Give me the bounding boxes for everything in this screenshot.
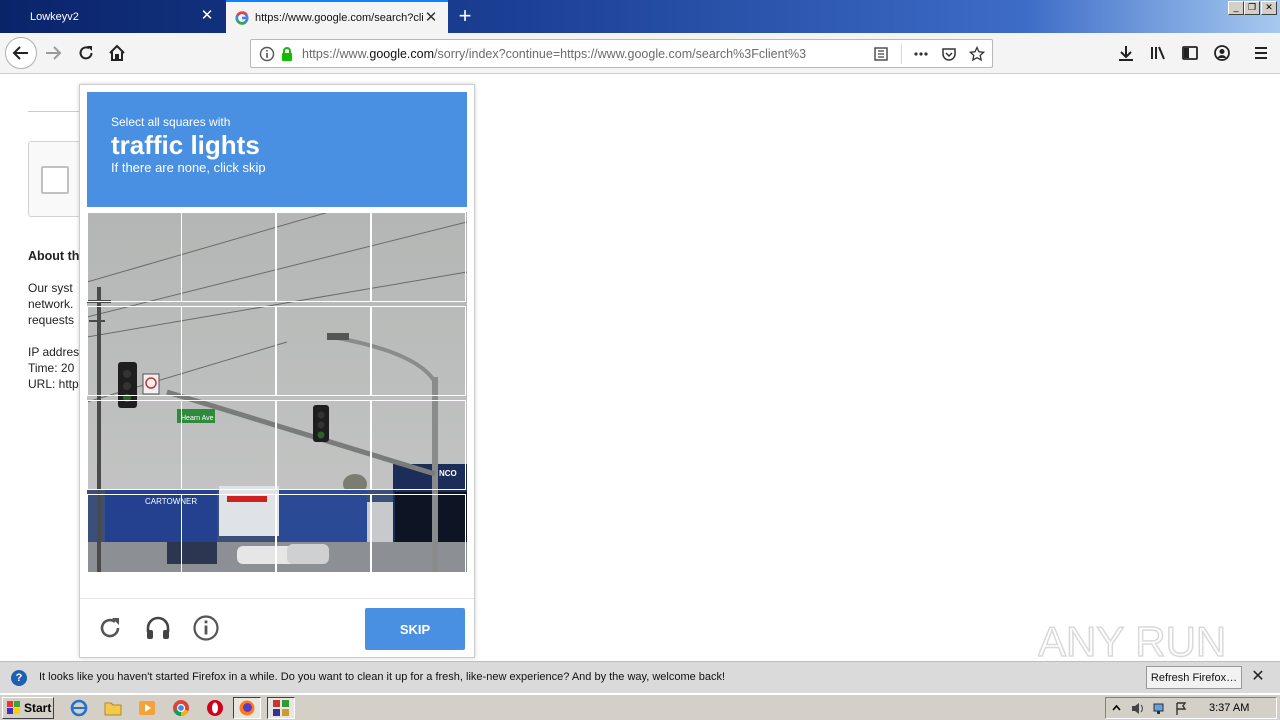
reload-button[interactable] (71, 38, 101, 68)
window-close-button[interactable]: ✕ (1261, 1, 1277, 15)
grid-tile-r2c3[interactable] (276, 306, 371, 396)
help-info-icon[interactable] (191, 613, 221, 643)
tab-google-search[interactable]: https://www.google.com/search?client=fir… (226, 0, 448, 33)
grid-tile-r3c2[interactable] (181, 400, 276, 490)
back-button[interactable] (5, 37, 37, 69)
url-text[interactable]: https://www.google.com/sorry/index?conti… (302, 47, 839, 61)
taskbar-firefox-button[interactable] (233, 697, 261, 719)
anyrun-watermark: ANY RUN (1038, 617, 1227, 666)
sidebar-icon[interactable] (1181, 44, 1199, 62)
body-text-line: Our syst (28, 281, 73, 295)
grid-tile-r3c4[interactable] (371, 400, 466, 490)
info-icon[interactable] (259, 46, 275, 62)
grid-tile-r1c1[interactable] (87, 212, 182, 302)
media-player-icon[interactable] (138, 699, 156, 717)
url-line: URL: http (28, 377, 79, 391)
menu-hamburger-icon[interactable] (1252, 44, 1270, 62)
tray-expand-chevron-icon[interactable] (1109, 701, 1124, 716)
tab-strip: Lowkeyv2 ✕ https://www.google.com/search… (0, 0, 1280, 33)
home-button[interactable] (102, 38, 132, 68)
about-heading: About th (28, 249, 80, 263)
google-favicon-icon (235, 11, 249, 25)
account-icon[interactable] (1213, 44, 1231, 62)
grid-tile-r2c2[interactable] (181, 306, 276, 396)
grid-tile-r3c1[interactable] (87, 400, 182, 490)
window-minimize-button[interactable]: _ (1228, 1, 1244, 15)
body-text-line: network. (28, 297, 74, 311)
library-icon[interactable] (1149, 44, 1167, 62)
watermark-text: ANY RUN (1038, 618, 1226, 665)
more-actions-icon[interactable] (913, 46, 929, 62)
tab-title: https://www.google.com/search?client=fir… (255, 11, 423, 24)
reload-icon (79, 46, 93, 60)
grid-tile-r1c2[interactable] (181, 212, 276, 302)
system-tray: 3:37 AM (1105, 697, 1277, 719)
grid-tile-r2c1[interactable] (87, 306, 182, 396)
challenge-target: traffic lights (111, 130, 260, 160)
tab-close-icon[interactable]: ✕ (200, 8, 214, 23)
taskbar-app-button[interactable] (267, 697, 295, 719)
navigation-toolbar: https://www.google.com/sorry/index?conti… (0, 33, 1280, 74)
challenge-footer: SKIP (80, 598, 474, 658)
internet-explorer-icon[interactable] (70, 699, 88, 717)
home-icon (109, 44, 125, 61)
grid-tile-r4c1[interactable] (87, 494, 182, 572)
body-text-line: requests (28, 313, 75, 327)
close-icon[interactable]: ✕ (1250, 669, 1266, 685)
forward-button[interactable] (38, 38, 68, 68)
firefox-notification-bar: ? It looks like you haven't started Fire… (0, 661, 1280, 693)
downloads-icon[interactable] (1117, 44, 1135, 62)
file-explorer-icon[interactable] (104, 699, 122, 717)
notification-message: It looks like you haven't started Firefo… (39, 671, 726, 683)
bookmark-star-icon[interactable] (969, 46, 985, 62)
windows-logo-icon (7, 701, 20, 714)
recaptcha-checkbox[interactable] (41, 166, 69, 194)
audio-challenge-headphones-icon[interactable] (143, 613, 173, 643)
grid-tile-r4c4[interactable] (371, 494, 466, 572)
network-icon[interactable] (1152, 701, 1167, 716)
window-restore-button[interactable]: ❐ (1244, 1, 1260, 15)
reload-challenge-icon[interactable] (95, 613, 125, 643)
pocket-icon[interactable] (941, 46, 957, 62)
opera-icon[interactable] (206, 699, 224, 717)
tab-close-icon[interactable]: ✕ (424, 10, 438, 25)
new-tab-plus-icon[interactable]: + (452, 4, 478, 30)
grid-tile-r4c2[interactable] (181, 494, 276, 572)
grid-tile-r4c3[interactable] (276, 494, 371, 572)
arrow-right-icon (46, 46, 62, 60)
grid-tile-r3c3[interactable] (276, 400, 371, 490)
volume-icon[interactable] (1130, 701, 1145, 716)
recaptcha-challenge-dialog: Select all squares with traffic lights I… (79, 84, 475, 658)
start-label: Start (24, 701, 52, 715)
refresh-firefox-button[interactable]: Refresh Firefox… (1146, 666, 1242, 689)
action-center-flag-icon[interactable] (1174, 701, 1189, 716)
chrome-icon[interactable] (172, 699, 190, 717)
challenge-instructions: Select all squares with traffic lights I… (87, 92, 467, 207)
instruction-subtext: If there are none, click skip (111, 160, 266, 175)
image-grid: CARTOWNER NCO Hearn Ave (87, 212, 467, 572)
arrow-left-icon (12, 46, 28, 60)
skip-button[interactable]: SKIP (365, 608, 465, 650)
start-button[interactable]: Start (2, 697, 54, 719)
lock-icon[interactable] (279, 46, 295, 62)
app-grid-icon (273, 700, 289, 716)
grid-tile-r1c3[interactable] (276, 212, 371, 302)
firefox-icon (239, 700, 255, 716)
tab-lowkeyv2[interactable]: Lowkeyv2 ✕ (0, 0, 224, 33)
url-bar[interactable]: https://www.google.com/sorry/index?conti… (250, 39, 993, 68)
url-bar-divider (901, 44, 902, 64)
grid-tile-r2c4[interactable] (371, 306, 466, 396)
ip-address-line: IP addres (28, 345, 80, 359)
time-line: Time: 20 (28, 361, 75, 375)
tab-title: Lowkeyv2 (30, 10, 79, 23)
taskbar-clock[interactable]: 3:37 AM (1209, 702, 1249, 714)
question-icon: ? (11, 670, 27, 686)
windows-taskbar: Start 3:37 AM (0, 694, 1280, 720)
instruction-text: Select all squares with (111, 115, 231, 129)
reader-view-icon[interactable] (873, 46, 889, 62)
grid-tile-r1c4[interactable] (371, 212, 466, 302)
